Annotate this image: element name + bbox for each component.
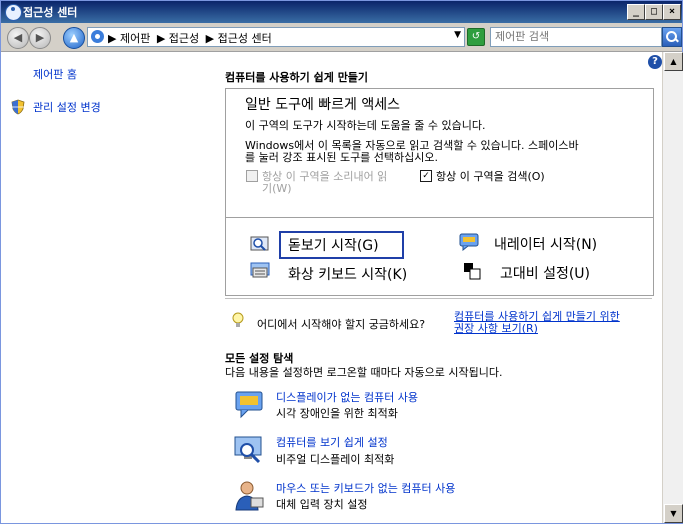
address-dropdown-icon[interactable]: ▼ (454, 30, 461, 40)
keyboard-icon (250, 262, 270, 278)
vertical-scrollbar[interactable]: ▲ ▼ (662, 52, 683, 523)
sidebar-control-panel-home[interactable]: 제어판 홈 (33, 66, 77, 82)
high-contrast-link[interactable]: 고대비 설정(U) (500, 263, 590, 283)
alternative-input-icon (235, 481, 264, 511)
refresh-button[interactable]: ↺ (467, 28, 485, 46)
scan-label: 항상 이 구역을 검색(O) (436, 170, 545, 183)
content-pane: ? 제어판 홈 관리 설정 변경 컴퓨터를 사용하기 쉽게 만들기 일반 도구에… (1, 52, 662, 523)
close-button[interactable]: × (663, 4, 681, 20)
high-contrast-icon (464, 263, 481, 280)
page-heading: 컴퓨터를 사용하기 쉽게 만들기 (225, 71, 369, 84)
quick-access-title: 일반 도구에 빠르게 액세스 (245, 97, 401, 113)
magnifier-start-link[interactable]: 돋보기 시작(G) (288, 235, 379, 255)
recommendations-link-2[interactable]: 권장 사항 보기(R) (454, 320, 538, 336)
explore-item-easier-to-see-desc: 비주얼 디스플레이 최적화 (276, 453, 395, 466)
lightbulb-icon (232, 312, 244, 327)
search-icon[interactable] (662, 27, 682, 47)
maximize-button[interactable]: □ (645, 4, 663, 20)
accessibility-app-icon (5, 4, 22, 21)
read-aloud-checkbox[interactable] (246, 170, 258, 182)
accessibility-center-icon (91, 30, 104, 43)
search-box[interactable] (490, 27, 662, 47)
quick-access-scan-desc-2: 를 눌러 강조 표시된 도구를 선택하십시오. (245, 151, 439, 164)
window: 접근성 센터 _ □ × ◀ ▶ ▲ ▶ 제어판 ▶ 접근성 ▶ 접근성 센터 … (0, 0, 683, 524)
breadcrumb-items: ▶ 제어판 ▶ 접근성 ▶ 접근성 센터 (108, 30, 275, 46)
explore-desc: 다음 내용을 설정하면 로그온할 때마다 자동으로 시작됩니다. (225, 366, 503, 379)
forward-button[interactable]: ▶ (29, 27, 51, 49)
easier-to-see-icon (234, 436, 262, 464)
shield-icon (11, 99, 25, 115)
quick-access-panel: 일반 도구에 빠르게 액세스 이 구역의 도구가 시작하는데 도움을 줄 수 있… (225, 88, 654, 296)
search-input[interactable] (491, 28, 659, 44)
minimize-button[interactable]: _ (627, 4, 645, 20)
sidebar-change-admin-settings[interactable]: 관리 설정 변경 (33, 99, 101, 115)
on-screen-keyboard-link[interactable]: 화상 키보드 시작(K) (288, 264, 407, 284)
narrator-start-link[interactable]: 내레이터 시작(N) (494, 234, 597, 254)
breadcrumb-control-panel[interactable]: ▶ 제어판 (108, 32, 150, 45)
no-display-icon (235, 391, 263, 419)
scroll-down-button[interactable]: ▼ (664, 504, 683, 523)
breadcrumb-accessibility[interactable]: ▶ 접근성 (157, 32, 199, 45)
magnifier-icon (250, 236, 269, 251)
explore-item-easier-to-see[interactable]: 컴퓨터를 보기 쉽게 설정 (276, 434, 388, 450)
help-icon[interactable]: ? (648, 55, 662, 69)
breadcrumb-accessibility-center[interactable]: ▶ 접근성 센터 (206, 32, 272, 45)
breadcrumb[interactable]: ▶ 제어판 ▶ 접근성 ▶ 접근성 센터 ▼ (87, 27, 465, 47)
narrator-icon (459, 233, 479, 251)
read-aloud-label-2: 기(W) (262, 182, 292, 195)
window-title: 접근성 센터 (23, 6, 78, 19)
section-separator (225, 298, 652, 299)
hint-text: 어디에서 시작해야 할지 궁금하세요? (257, 318, 426, 331)
explore-item-alternative-input-desc: 대체 입력 장치 설정 (276, 498, 368, 511)
refresh-icon: ↺ (471, 31, 481, 42)
title-bar[interactable]: 접근성 센터 _ □ × (1, 1, 682, 23)
panel-divider (226, 217, 653, 218)
scan-checkbox[interactable]: ✓ (420, 170, 432, 182)
forward-arrow-icon: ▶ (35, 31, 45, 44)
back-button[interactable]: ◀ (7, 27, 29, 49)
back-arrow-icon: ◀ (13, 31, 23, 44)
scroll-up-button[interactable]: ▲ (664, 52, 683, 71)
up-arrow-icon: ▲ (69, 31, 79, 44)
address-bar: ◀ ▶ ▲ ▶ 제어판 ▶ 접근성 ▶ 접근성 센터 ▼ ↺ (1, 23, 682, 52)
explore-item-no-display[interactable]: 디스플레이가 없는 컴퓨터 사용 (276, 389, 418, 405)
quick-access-desc: 이 구역의 도구가 시작하는데 도움을 줄 수 있습니다. (245, 119, 486, 132)
explore-item-no-display-desc: 시각 장애인을 위한 최적화 (276, 407, 398, 420)
explore-item-alternative-input[interactable]: 마우스 또는 키보드가 없는 컴퓨터 사용 (276, 480, 455, 496)
up-button[interactable]: ▲ (63, 27, 85, 49)
